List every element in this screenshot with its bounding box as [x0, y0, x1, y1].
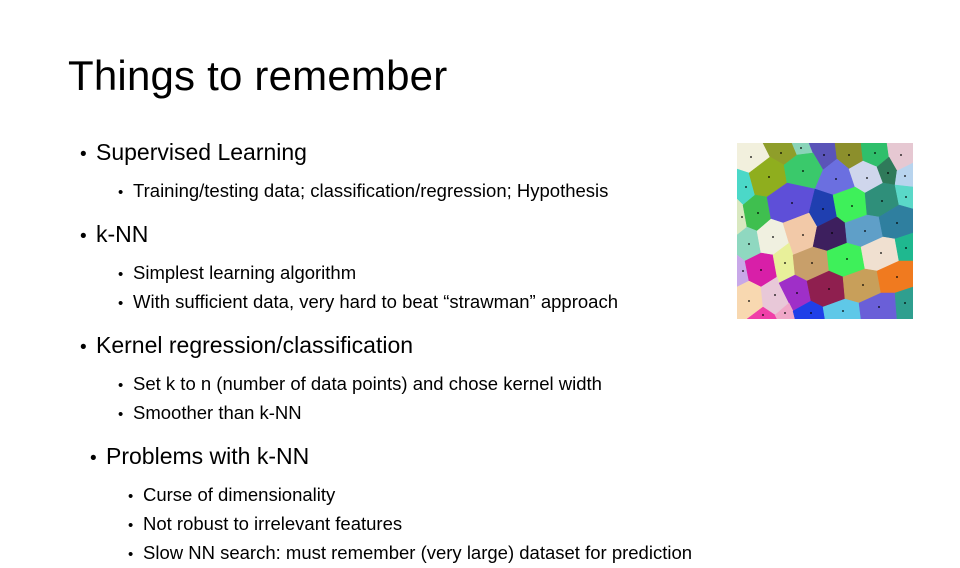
bullet-marker-icon: •	[118, 377, 124, 394]
bullet-level1-text: Problems with k-NN	[106, 443, 310, 469]
bullet-level2-text: Training/testing data; classification/re…	[133, 180, 609, 201]
voronoi-seed-point	[791, 202, 793, 204]
bullet-level2: • Not robust to irrelevant features	[68, 510, 898, 539]
bullet-level2: • Curse of dimensionality	[68, 481, 898, 510]
bullet-marker-icon: •	[80, 226, 87, 247]
voronoi-seed-point	[802, 170, 804, 172]
voronoi-seed-point	[831, 232, 833, 234]
voronoi-seed-point	[900, 154, 902, 156]
voronoi-seed-point	[846, 258, 848, 260]
bullet-marker-icon: •	[80, 337, 87, 358]
voronoi-seed-point	[896, 276, 898, 278]
bullet-level1-text: Supervised Learning	[96, 139, 307, 165]
bullet-marker-icon: •	[128, 546, 134, 563]
voronoi-seed-point	[757, 212, 759, 214]
bullet-level1-text: k-NN	[96, 221, 149, 247]
voronoi-seed-point	[800, 147, 802, 149]
bullet-level2-text: Slow NN search: must remember (very larg…	[143, 542, 693, 563]
voronoi-seed-point	[878, 306, 880, 308]
voronoi-seed-point	[864, 230, 866, 232]
voronoi-seed-point	[810, 312, 812, 314]
bullet-level1: • Problems with k-NN	[68, 441, 898, 474]
voronoi-seed-point	[784, 312, 786, 314]
bullet-marker-icon: •	[128, 517, 134, 534]
voronoi-seed-point	[851, 205, 853, 207]
voronoi-seed-point	[905, 196, 907, 198]
bullet-level1: • Kernel regression/classification	[68, 330, 898, 363]
voronoi-seed-point	[784, 262, 786, 264]
voronoi-seed-point	[762, 314, 764, 316]
voronoi-seed-point	[896, 222, 898, 224]
bullet-marker-icon: •	[118, 295, 124, 312]
voronoi-seed-point	[780, 152, 782, 154]
voronoi-seed-point	[745, 186, 747, 188]
voronoi-seed-point	[862, 284, 864, 286]
voronoi-diagram-image	[737, 143, 913, 319]
bullet-marker-icon: •	[118, 266, 124, 283]
voronoi-seed-point	[774, 294, 776, 296]
bullet-marker-icon: •	[128, 488, 134, 505]
voronoi-seed-point	[848, 154, 850, 156]
voronoi-seed-point	[742, 270, 744, 272]
voronoi-seed-point	[748, 243, 750, 245]
bullet-group-kernel-regression: • Kernel regression/classification • Set…	[68, 330, 898, 428]
bullet-level2-text: Set k to n (number of data points) and c…	[133, 373, 602, 394]
voronoi-seed-point	[796, 292, 798, 294]
voronoi-seed-point	[905, 247, 907, 249]
voronoi-seed-point	[874, 152, 876, 154]
voronoi-seed-point	[741, 216, 743, 218]
voronoi-seed-point	[802, 234, 804, 236]
bullet-marker-icon: •	[80, 144, 87, 165]
voronoi-seed-point	[748, 300, 750, 302]
voronoi-seed-point	[904, 175, 906, 177]
voronoi-seed-point	[866, 177, 868, 179]
voronoi-seed-point	[750, 156, 752, 158]
voronoi-seed-point	[904, 302, 906, 304]
bullet-marker-icon: •	[118, 406, 124, 423]
voronoi-seed-point	[828, 288, 830, 290]
voronoi-seed-point	[822, 208, 824, 210]
slide: Things to remember • Supervised Learning…	[0, 0, 960, 563]
voronoi-seed-point	[768, 176, 770, 178]
bullet-level2: • Smoother than k-NN	[68, 399, 898, 428]
bullet-level2-text: With sufficient data, very hard to beat …	[133, 291, 619, 312]
voronoi-seed-point	[760, 269, 762, 271]
voronoi-seed-point	[887, 172, 889, 174]
bullet-level2: • Set k to n (number of data points) and…	[68, 370, 898, 399]
voronoi-seed-point	[880, 252, 882, 254]
voronoi-seed-point	[811, 262, 813, 264]
bullet-level2-text: Curse of dimensionality	[143, 484, 336, 505]
bullet-level2-text: Simplest learning algorithm	[133, 262, 357, 283]
bullet-level2: • Slow NN search: must remember (very la…	[68, 539, 898, 568]
bullet-marker-icon: •	[118, 184, 124, 201]
bullet-level1-text: Kernel regression/classification	[96, 332, 414, 358]
bullet-group-problems-with-knn: • Problems with k-NN • Curse of dimensio…	[68, 441, 898, 568]
bullet-level2-text: Not robust to irrelevant features	[143, 513, 403, 534]
voronoi-seed-point	[835, 178, 837, 180]
voronoi-seed-point	[772, 236, 774, 238]
voronoi-seed-point	[823, 154, 825, 156]
voronoi-svg	[737, 143, 913, 319]
bullet-marker-icon: •	[90, 448, 97, 469]
voronoi-seed-point	[881, 200, 883, 202]
page-title: Things to remember	[68, 52, 448, 99]
voronoi-seed-point	[842, 310, 844, 312]
bullet-level2-text: Smoother than k-NN	[133, 402, 302, 423]
